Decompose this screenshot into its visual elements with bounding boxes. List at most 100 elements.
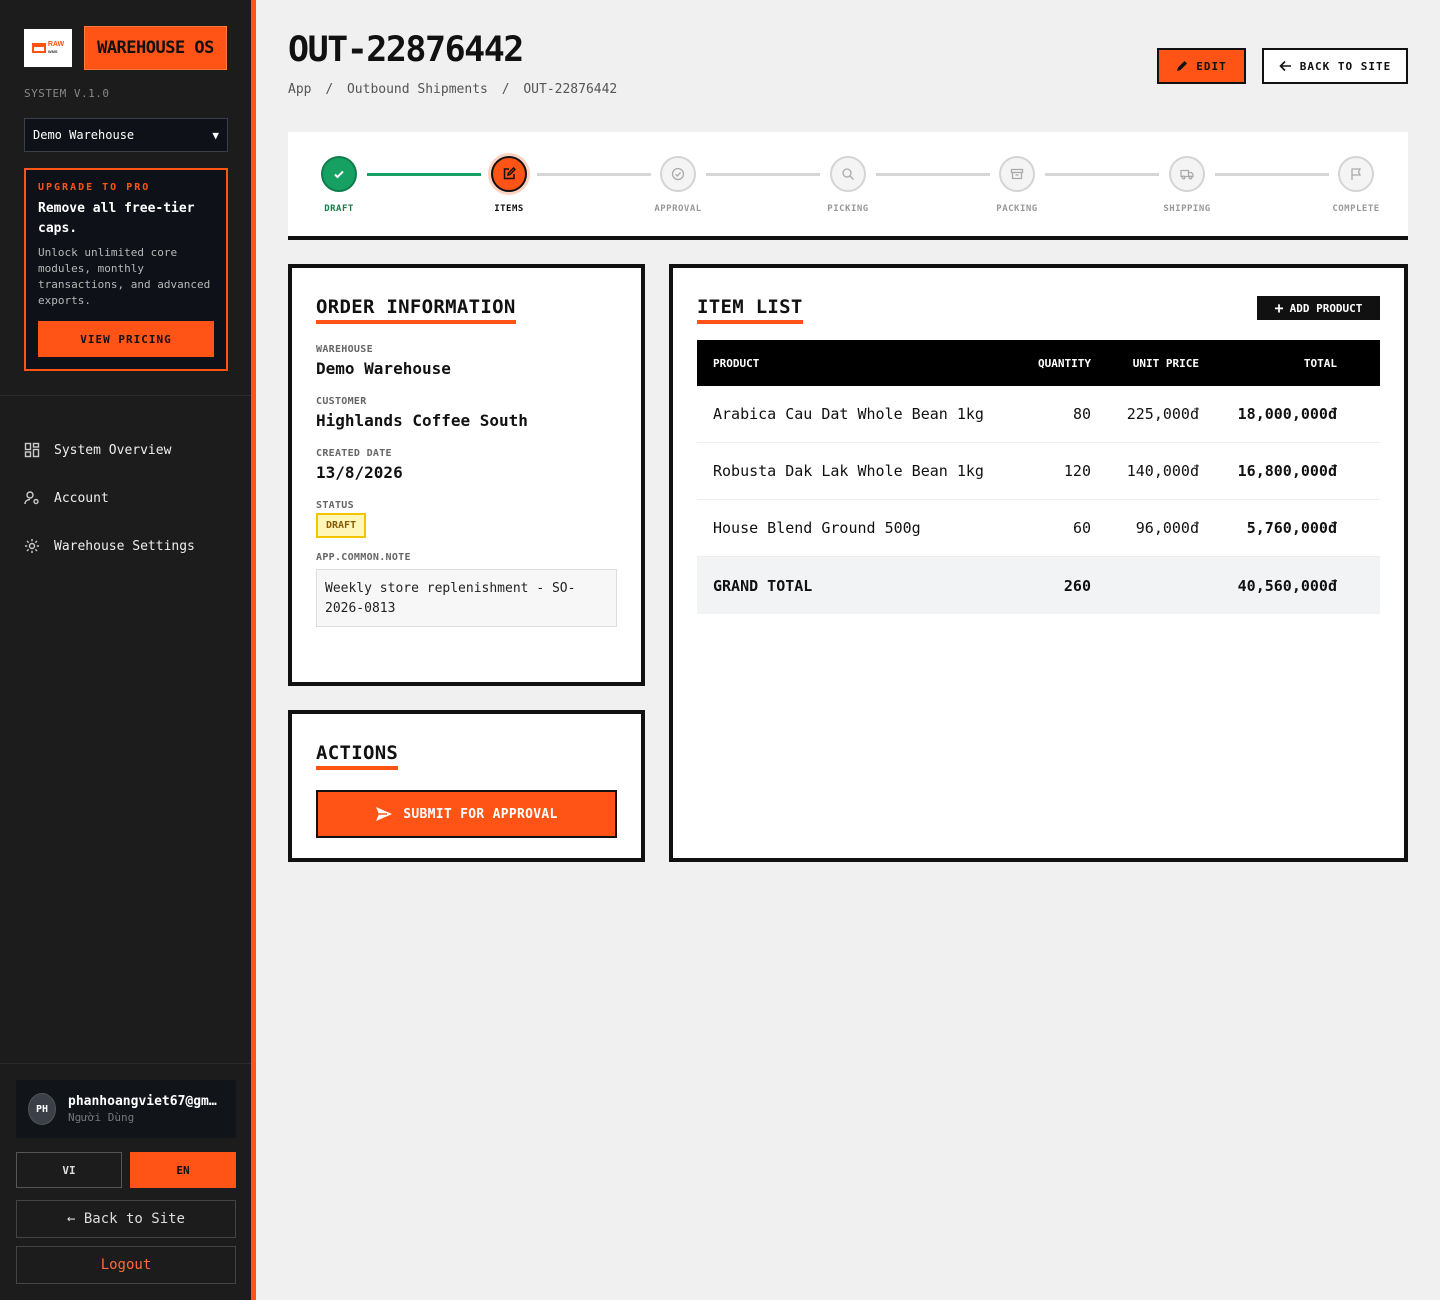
- item-list-title: ITEM LIST: [697, 296, 803, 324]
- unit-price-cell: 96,000đ: [1135, 519, 1199, 537]
- step-items[interactable]: ITEMS: [459, 156, 559, 214]
- sidebar-item-account[interactable]: Account: [24, 474, 234, 522]
- brand-logo: RAW WMS: [24, 29, 72, 67]
- back-to-site-label: BACK TO SITE: [1299, 59, 1392, 73]
- step-picking[interactable]: PICKING: [798, 156, 898, 214]
- pencil-icon: [1176, 60, 1188, 72]
- step-label: ITEMS: [494, 204, 524, 214]
- product-cell: Robusta Dak Lak Whole Bean 1kg: [713, 462, 984, 480]
- created-date-field: CREATED DATE 13/8/2026: [316, 448, 617, 482]
- table-row[interactable]: House Blend Ground 500g 60 96,000đ 5,760…: [697, 500, 1380, 557]
- quantity-cell: 120: [1063, 462, 1091, 480]
- sidebar-item-label: Warehouse Settings: [54, 538, 195, 554]
- actions-title: ACTIONS: [316, 742, 399, 770]
- sidebar-item-label: Account: [54, 490, 109, 506]
- warehouse-icon: [31, 43, 46, 53]
- grand-total-label: GRAND TOTAL: [713, 576, 813, 595]
- plus-icon: +: [1274, 299, 1284, 317]
- warehouse-select[interactable]: Demo Warehouse ▼: [24, 118, 228, 152]
- avatar: PH: [28, 1093, 56, 1125]
- field-label: CREATED DATE: [316, 448, 392, 459]
- brand[interactable]: RAW WMS WAREHOUSE OS: [24, 26, 227, 70]
- sidebar-divider: [0, 1063, 251, 1064]
- check-icon: [321, 156, 357, 192]
- truck-icon: [1169, 156, 1205, 192]
- caret-down-icon: ▼: [212, 128, 219, 142]
- total-cell: 5,760,000đ: [1246, 519, 1337, 537]
- total-cell: 16,800,000đ: [1237, 462, 1337, 480]
- breadcrumb-separator: /: [501, 82, 510, 97]
- grand-total-quantity: 260: [1063, 576, 1091, 595]
- warehouse-field: WAREHOUSE Demo Warehouse: [316, 344, 617, 378]
- warehouse-value: Demo Warehouse: [316, 359, 451, 378]
- logo-text: RAW: [47, 41, 65, 48]
- unit-price-cell: 140,000đ: [1126, 462, 1199, 480]
- column-header-product: PRODUCT: [713, 356, 760, 370]
- unit-price-cell: 225,000đ: [1126, 405, 1199, 423]
- upgrade-card: UPGRADE TO PRO Remove all free-tier caps…: [24, 168, 228, 371]
- brand-name: WAREHOUSE OS: [84, 26, 227, 70]
- sidebar-item-system-overview[interactable]: System Overview: [24, 426, 234, 474]
- step-shipping[interactable]: SHIPPING: [1137, 156, 1237, 214]
- breadcrumb: App / Outbound Shipments / OUT-22876442: [288, 82, 623, 97]
- edit-button[interactable]: EDIT: [1157, 48, 1246, 84]
- upgrade-kicker: UPGRADE TO PRO: [38, 182, 151, 193]
- note-field: APP.COMMON.NOTE Weekly store replenishme…: [316, 552, 617, 627]
- view-pricing-button[interactable]: VIEW PRICING: [38, 321, 214, 357]
- field-label: WAREHOUSE: [316, 344, 373, 355]
- submit-for-approval-button[interactable]: SUBMIT FOR APPROVAL: [316, 790, 617, 838]
- user-gear-icon: [24, 490, 40, 506]
- page-title: OUT-22876442: [288, 30, 524, 70]
- edit-icon: [491, 156, 527, 192]
- status-badge: DRAFT: [316, 513, 367, 538]
- send-icon: [375, 806, 393, 822]
- created-date-value: 13/8/2026: [316, 463, 403, 482]
- upgrade-body: Unlock unlimited core modules, monthly t…: [38, 246, 211, 307]
- lang-en-button[interactable]: EN: [130, 1152, 236, 1188]
- breadcrumb-app[interactable]: App: [288, 82, 311, 97]
- order-information-card: ORDER INFORMATION WAREHOUSE Demo Warehou…: [288, 264, 645, 686]
- user-card[interactable]: PH phanhoangviet67@gmail.com Người Dùng: [16, 1080, 236, 1138]
- actions-card: ACTIONS SUBMIT FOR APPROVAL: [288, 710, 645, 862]
- grand-total-amount: 40,560,000đ: [1237, 576, 1337, 595]
- add-product-button[interactable]: + ADD PRODUCT: [1257, 296, 1380, 320]
- sidebar-item-warehouse-settings[interactable]: Warehouse Settings: [24, 522, 234, 570]
- back-to-site-button[interactable]: BACK TO SITE: [1262, 48, 1408, 84]
- product-cell: Arabica Cau Dat Whole Bean 1kg: [713, 405, 984, 423]
- status-field: STATUS DRAFT: [316, 500, 617, 538]
- field-label: STATUS: [316, 500, 354, 511]
- flag-icon: [1338, 156, 1374, 192]
- step-packing[interactable]: PACKING: [967, 156, 1067, 214]
- workflow-stepper: DRAFT ITEMS APPROVAL PICKING PACKING SHI…: [288, 132, 1408, 240]
- breadcrumb-outbound-shipments[interactable]: Outbound Shipments: [347, 82, 488, 97]
- field-label: APP.COMMON.NOTE: [316, 552, 411, 563]
- step-complete[interactable]: COMPLETE: [1306, 156, 1406, 214]
- order-information-title: ORDER INFORMATION: [316, 296, 516, 324]
- step-label: SHIPPING: [1163, 204, 1211, 214]
- total-cell: 18,000,000đ: [1237, 405, 1337, 423]
- sidebar-item-label: System Overview: [54, 442, 172, 458]
- column-header-unit-price: UNIT PRICE: [1132, 356, 1199, 370]
- customer-value: Highlands Coffee South: [316, 411, 528, 430]
- table-row[interactable]: Arabica Cau Dat Whole Bean 1kg 80 225,00…: [697, 386, 1380, 443]
- step-label: APPROVAL: [654, 204, 702, 214]
- item-list-card: ITEM LIST + ADD PRODUCT PRODUCT QUANTITY…: [669, 264, 1408, 862]
- quantity-cell: 60: [1072, 519, 1091, 537]
- lang-vi-button[interactable]: VI: [16, 1152, 122, 1188]
- sidebar-nav: System Overview Account Warehouse Settin…: [24, 426, 234, 570]
- table-header: PRODUCT QUANTITY UNIT PRICE TOTAL: [697, 340, 1380, 386]
- edit-label: EDIT: [1196, 59, 1227, 73]
- step-approval[interactable]: APPROVAL: [628, 156, 728, 214]
- quantity-cell: 80: [1072, 405, 1091, 423]
- column-header-total: TOTAL: [1303, 356, 1337, 370]
- grand-total-row: GRAND TOTAL 260 40,560,000đ: [697, 557, 1380, 614]
- product-cell: House Blend Ground 500g: [713, 519, 921, 537]
- step-draft[interactable]: DRAFT: [289, 156, 389, 214]
- gear-icon: [24, 538, 40, 554]
- table-row[interactable]: Robusta Dak Lak Whole Bean 1kg 120 140,0…: [697, 443, 1380, 500]
- logout-button[interactable]: Logout: [16, 1246, 236, 1284]
- back-to-site-link[interactable]: ← Back to Site: [16, 1200, 236, 1238]
- step-label: PICKING: [827, 204, 869, 214]
- column-header-quantity: QUANTITY: [1038, 356, 1091, 370]
- customer-field: CUSTOMER Highlands Coffee South: [316, 396, 617, 430]
